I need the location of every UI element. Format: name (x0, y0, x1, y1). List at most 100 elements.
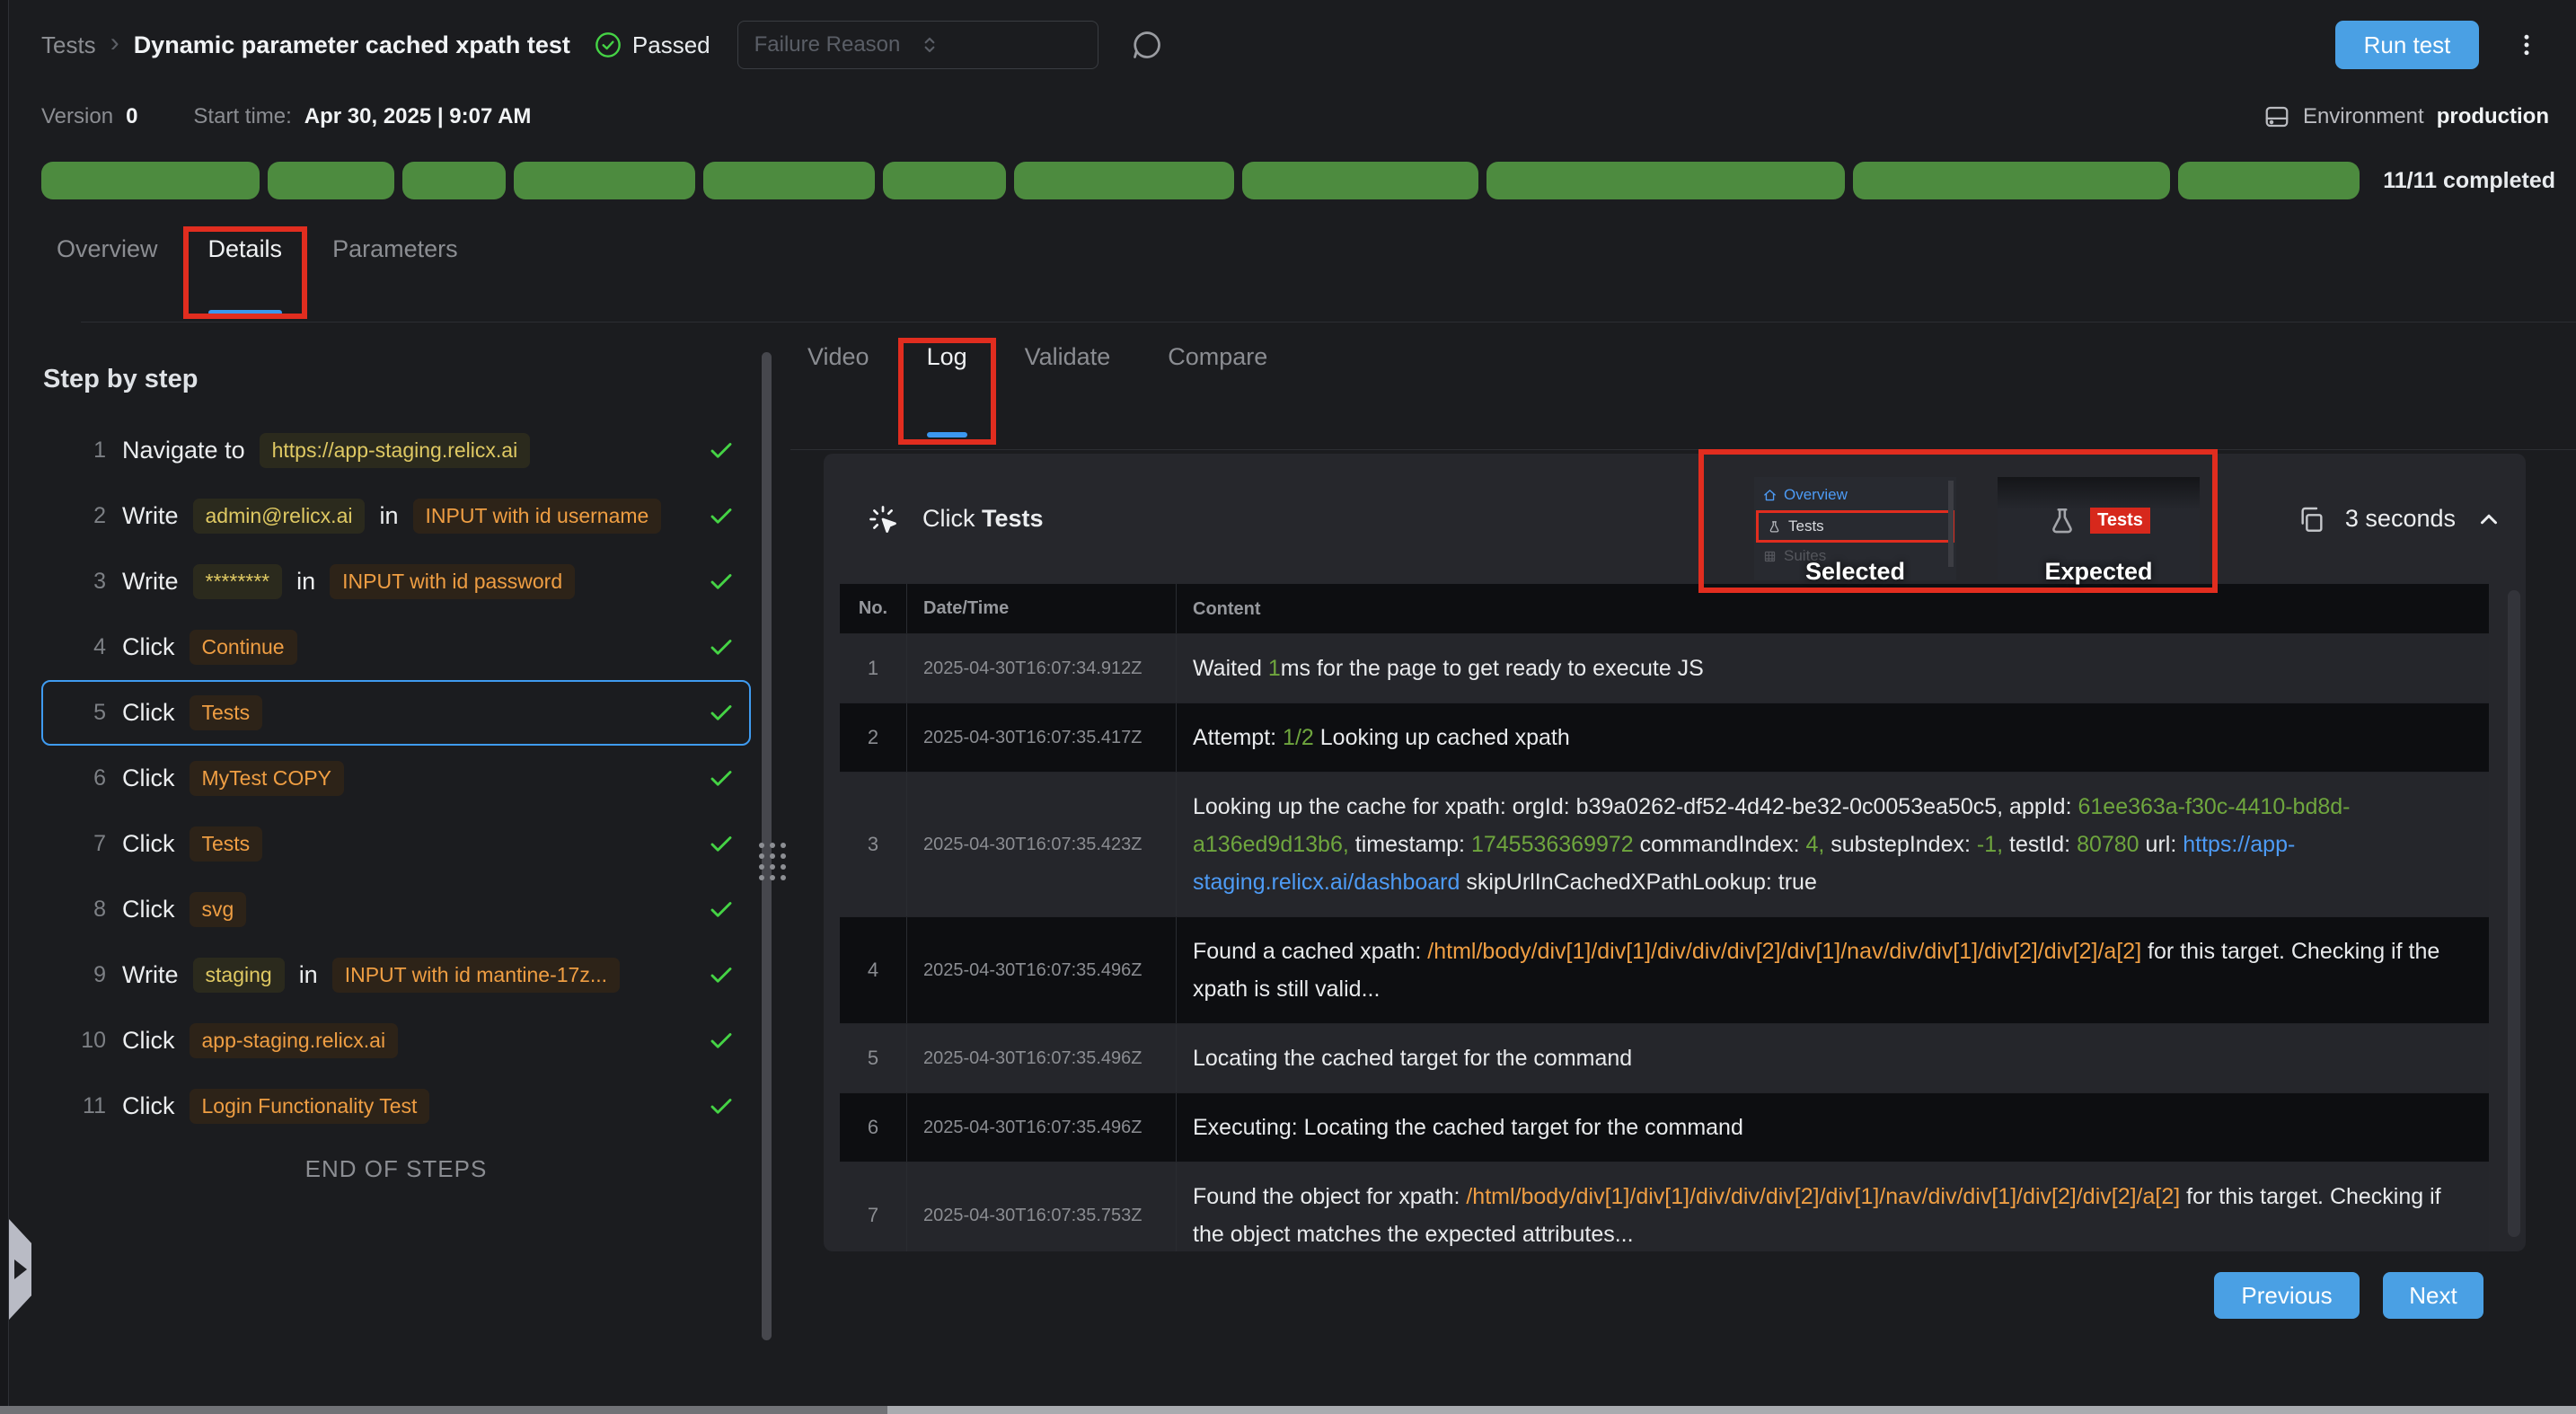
expand-panel-handle[interactable] (9, 1219, 31, 1320)
log-text-plain: Looking up the cache for xpath: orgId: b… (1193, 794, 2078, 819)
mini-nav-tests: Tests (1756, 510, 1954, 543)
log-row-number: 7 (840, 1162, 906, 1251)
step-row-10[interactable]: 10Clickapp-staging.relicx.ai (41, 1008, 751, 1074)
next-button[interactable]: Next (2383, 1272, 2483, 1319)
log-row-6: 62025-04-30T16:07:35.496ZExecuting: Loca… (840, 1092, 2489, 1162)
step-row-8[interactable]: 8Clicksvg (41, 877, 751, 942)
step-number: 3 (77, 569, 106, 595)
step-action: Click (122, 896, 175, 924)
status-label: Passed (632, 31, 710, 59)
step-action: Click (122, 1092, 175, 1120)
environment-label: Environment (2303, 104, 2424, 129)
previous-button[interactable]: Previous (2214, 1272, 2360, 1319)
tab-parameters[interactable]: Parameters (327, 235, 463, 315)
step-success-check-icon (708, 897, 735, 924)
environment-icon (2263, 103, 2290, 130)
tab-overview[interactable]: Overview (51, 235, 163, 315)
log-row-number: 4 (840, 917, 906, 1023)
progress-completed-text: 11/11 completed (2383, 168, 2555, 194)
step-target-badge: INPUT with id username (413, 499, 662, 534)
expected-screenshot-label: Expected (1998, 558, 2200, 586)
step-target-badge: INPUT with id mantine-17z... (332, 958, 620, 993)
collapse-chevron-icon[interactable] (2475, 506, 2502, 533)
breadcrumb-tests[interactable]: Tests (41, 31, 96, 59)
log-row-content: Waited 1ms for the page to get ready to … (1176, 634, 2489, 703)
step-title-target: Tests (982, 505, 1044, 532)
log-card-header: Click Tests 3 seconds (824, 454, 2526, 584)
log-text-orange: /html/body/div[1]/div[1]/div/div/div[2]/… (1427, 939, 2141, 964)
failure-reason-select[interactable]: Failure Reason (737, 21, 1098, 69)
log-row-time: 2025-04-30T16:07:35.423Z (906, 773, 1176, 916)
log-text-plain: commandIndex: (1634, 832, 1806, 857)
step-target-badge: Login Functionality Test (190, 1089, 430, 1124)
panel-resize-handle[interactable] (759, 843, 786, 880)
step-success-check-icon (708, 962, 735, 989)
step-connector: in (299, 961, 318, 989)
progress-segment (514, 162, 695, 199)
log-text-orange: /html/body/div[1]/div[1]/div/div/div[2]/… (1466, 1184, 2180, 1209)
horizontal-scrollbar-track[interactable] (0, 1406, 887, 1414)
top-bar: Tests › Dynamic parameter cached xpath t… (41, 0, 2547, 90)
log-tab-video[interactable]: Video (802, 343, 875, 437)
step-action: Click (122, 633, 175, 661)
step-connector: in (379, 502, 398, 530)
step-success-check-icon (708, 437, 735, 464)
step-row-3[interactable]: 3Write********inINPUT with id password (41, 549, 751, 614)
log-scrollbar[interactable] (2508, 590, 2520, 1237)
meta-row: Version 0 Start time: Apr 30, 2025 | 9:0… (41, 92, 2549, 142)
tab-label: Validate (1025, 343, 1111, 370)
step-number: 7 (77, 831, 106, 857)
flask-icon (1768, 520, 1781, 534)
log-row-time: 2025-04-30T16:07:35.417Z (906, 703, 1176, 772)
copy-icon[interactable] (2297, 505, 2325, 534)
progress-segment (2178, 162, 2360, 199)
log-text-green: 1/2 (1283, 725, 1314, 750)
log-tab-compare[interactable]: Compare (1162, 343, 1273, 437)
log-row-number: 5 (840, 1024, 906, 1092)
step-row-6[interactable]: 6ClickMyTest COPY (41, 746, 751, 811)
step-title-action: Click (922, 505, 975, 532)
end-of-steps-label: END OF STEPS (41, 1155, 751, 1183)
step-action: Write (122, 568, 179, 596)
progress-bar (41, 162, 2360, 199)
column-datetime: Date/Time (906, 584, 1176, 633)
tab-details[interactable]: Details (203, 235, 288, 315)
step-row-9[interactable]: 9WritestaginginINPUT with id mantine-17z… (41, 942, 751, 1008)
comment-icon[interactable] (1131, 29, 1163, 61)
steps-panel: Step by step 1Navigate tohttps://app-sta… (41, 352, 751, 1183)
steps-title: Step by step (43, 365, 751, 394)
progress-segment (1014, 162, 1234, 199)
run-test-button[interactable]: Run test (2335, 21, 2479, 69)
step-target-badge: app-staging.relicx.ai (190, 1023, 399, 1058)
duration-text: 3 seconds (2345, 505, 2456, 533)
log-text-plain: Waited (1193, 656, 1268, 681)
log-text-plain: substepIndex: (1824, 832, 1977, 857)
log-tab-validate[interactable]: Validate (1019, 343, 1116, 437)
log-text-plain: Found a cached xpath: (1193, 939, 1427, 964)
progress-segment (268, 162, 394, 199)
step-row-5[interactable]: 5ClickTests (41, 680, 751, 746)
log-row-1: 12025-04-30T16:07:34.912ZWaited 1ms for … (840, 633, 2489, 703)
log-row-4: 42025-04-30T16:07:35.496ZFound a cached … (840, 916, 2489, 1023)
horizontal-scrollbar-thumb[interactable] (887, 1406, 2576, 1414)
step-row-1[interactable]: 1Navigate tohttps://app-staging.relicx.a… (41, 418, 751, 483)
flask-icon (2047, 506, 2078, 536)
more-options-button[interactable] (2513, 30, 2540, 60)
expected-screenshot[interactable]: Tests Expected (1998, 477, 2200, 580)
step-row-11[interactable]: 11 Click Login Functionality Test (41, 1074, 751, 1139)
step-number: 11 (77, 1093, 106, 1119)
step-row-2[interactable]: 2Writeadmin@relicx.aiinINPUT with id use… (41, 483, 751, 549)
annotation-box-screenshots: Overview Tests Suites Selected Tests (1698, 449, 2218, 593)
selected-screenshot[interactable]: Overview Tests Suites Selected (1754, 477, 1956, 580)
step-number: 1 (77, 437, 106, 464)
step-row-4[interactable]: 4ClickContinue (41, 614, 751, 680)
step-row-7[interactable]: 7ClickTests (41, 811, 751, 877)
log-row-3: 32025-04-30T16:07:35.423ZLooking up the … (840, 772, 2489, 916)
step-number: 8 (77, 897, 106, 923)
log-text-plain: Found the object for xpath: (1193, 1184, 1466, 1209)
tab-label: Parameters (332, 235, 458, 262)
log-rows: 12025-04-30T16:07:34.912ZWaited 1ms for … (840, 633, 2489, 1251)
log-text-plain: Looking up cached xpath (1314, 725, 1570, 750)
step-success-check-icon (708, 569, 735, 596)
log-tab-log[interactable]: Log (922, 343, 973, 437)
